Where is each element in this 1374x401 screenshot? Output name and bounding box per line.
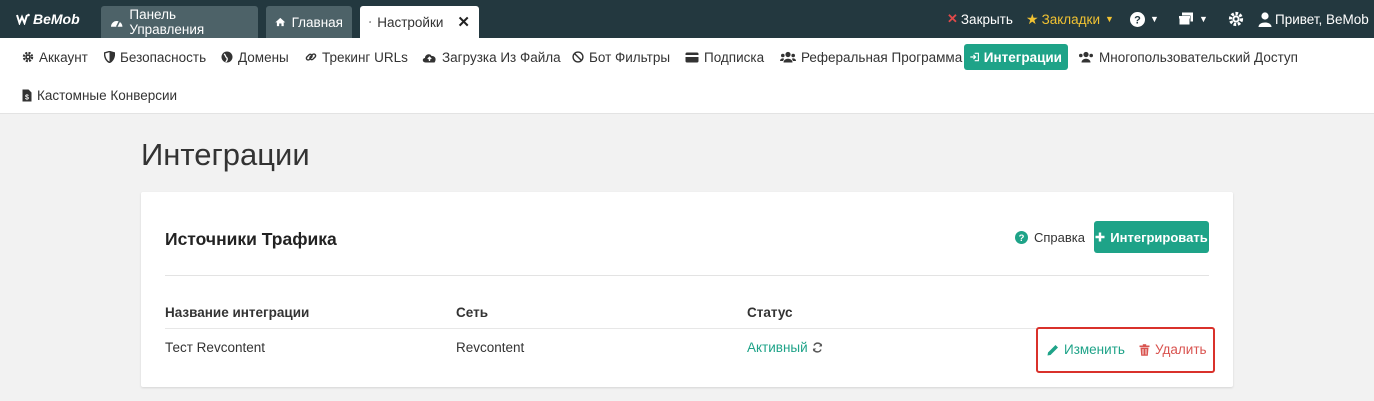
column-header-name[interactable]: Название интеграции [165, 305, 309, 320]
nav-label: Трекинг URLs [322, 49, 408, 65]
user-greeting: Привет, BeMob [1275, 11, 1369, 27]
sign-in-icon [970, 52, 979, 62]
tab-home[interactable]: Главная [266, 6, 352, 38]
logo[interactable]: BeMob [16, 11, 80, 27]
chevron-down-icon: ▼ [1150, 14, 1159, 24]
nav-label: Домены [238, 49, 289, 65]
column-header-network[interactable]: Сеть [456, 305, 488, 320]
nav-domains[interactable]: Домены [215, 44, 295, 70]
svg-text:?: ? [1019, 233, 1025, 244]
cell-network: Revcontent [456, 340, 525, 355]
gear-icon [1228, 11, 1244, 27]
nav-referral[interactable]: Реферальная Программа [774, 44, 968, 70]
settings-button[interactable] [1228, 9, 1244, 29]
column-header-status[interactable]: Статус [747, 305, 793, 320]
user-menu[interactable]: Привет, BeMob [1258, 9, 1369, 29]
integrate-button[interactable]: Интегрировать [1094, 221, 1209, 253]
nav-multi-user[interactable]: Многопользовательский Доступ [1072, 44, 1304, 70]
nav-label: Аккаунт [39, 49, 88, 65]
nav-label: Подписка [704, 49, 765, 65]
dashboard-icon [110, 20, 123, 28]
nav-file-upload[interactable]: Загрузка Из Файла [416, 44, 567, 70]
nav-label: Реферальная Программа [801, 49, 963, 65]
nav-label: Многопользовательский Доступ [1099, 49, 1298, 65]
link-icon [305, 53, 317, 61]
card-title: Источники Трафика [165, 229, 337, 249]
refresh-icon[interactable] [812, 342, 823, 353]
divider [165, 275, 1209, 276]
pencil-icon [1047, 344, 1058, 355]
nav-security[interactable]: Безопасность [98, 44, 212, 70]
plus-icon [1095, 232, 1105, 242]
edit-button[interactable]: Изменить [1047, 342, 1125, 357]
tab-label: Настройки [377, 14, 444, 30]
settings-nav: Аккаунт Безопасность Домены Трекинг URLs… [0, 38, 1374, 114]
close-icon: ✕ [947, 11, 958, 26]
gear-icon [22, 51, 34, 63]
help-link[interactable]: ? Справка [1015, 230, 1085, 245]
nav-label: Загрузка Из Файла [442, 49, 561, 65]
ban-icon [572, 51, 584, 63]
row-actions: Изменить Удалить [1036, 327, 1215, 373]
tab-dashboard[interactable]: Панель Управления [101, 6, 258, 38]
edit-label: Изменить [1064, 342, 1125, 357]
integrate-label: Интегрировать [1110, 229, 1208, 245]
cell-integration-name: Тест Revcontent [165, 340, 265, 355]
close-tab-icon[interactable]: ✕ [457, 13, 470, 31]
nav-integrations[interactable]: Интеграции [964, 44, 1068, 70]
gear-icon [369, 21, 372, 23]
nav-label: Бот Фильтры [589, 49, 671, 65]
chevron-down-icon: ▼ [1199, 14, 1208, 24]
tab-label: Панель Управления [129, 7, 205, 37]
cell-status: Активный [747, 340, 823, 355]
page-title: Интеграции [141, 137, 310, 172]
nav-label: Кастомные Конверсии [37, 87, 178, 103]
top-bar: BeMob Панель Управления Главная Настройк… [0, 0, 1374, 38]
nav-account[interactable]: Аккаунт [16, 44, 94, 70]
close-label: Закрыть [960, 11, 1013, 27]
logo-text: BeMob [33, 11, 80, 27]
bookmarks-dropdown[interactable]: ★ Закладки ▼ [1026, 9, 1114, 29]
chevron-down-icon: ▼ [1105, 14, 1114, 24]
delete-button[interactable]: Удалить [1139, 342, 1207, 357]
question-circle-icon: ? [1130, 11, 1145, 27]
nav-subscription[interactable]: Подписка [679, 44, 770, 70]
trash-icon [1139, 343, 1150, 356]
traffic-sources-card: Источники Трафика ? Справка Интегрироват… [141, 192, 1233, 387]
users-icon [780, 51, 796, 63]
bookmarks-label: Закладки [1041, 11, 1100, 27]
help-label: Справка [1034, 230, 1085, 245]
nav-bot-filters[interactable]: Бот Фильтры [566, 44, 676, 70]
tab-settings[interactable]: Настройки ✕ [360, 6, 479, 38]
bemob-logo-icon [16, 13, 30, 25]
credit-card-icon [685, 52, 699, 62]
nav-label: Интеграции [983, 49, 1062, 65]
file-dollar-icon: $ [22, 89, 32, 101]
nav-label: Безопасность [120, 49, 207, 65]
windows-dropdown[interactable]: ▼ [1178, 9, 1208, 29]
question-circle-icon: ? [1015, 231, 1028, 244]
help-dropdown[interactable]: ? ▼ [1130, 9, 1159, 29]
home-icon [275, 17, 286, 27]
svg-text:$: $ [25, 94, 29, 101]
star-icon: ★ [1026, 10, 1039, 27]
nav-tracking-urls[interactable]: Трекинг URLs [299, 44, 414, 70]
status-label: Активный [747, 340, 808, 355]
cloud-upload-icon [422, 53, 436, 62]
tab-label: Главная [291, 14, 343, 30]
user-group-icon [1079, 51, 1093, 63]
windows-icon [1178, 12, 1193, 26]
nav-custom-conversions[interactable]: $ Кастомные Конверсии [16, 82, 183, 108]
close-button[interactable]: ✕ Закрыть [947, 9, 1013, 29]
delete-label: Удалить [1155, 342, 1207, 357]
user-icon [1258, 11, 1272, 27]
shield-icon [104, 51, 115, 63]
globe-icon [221, 51, 233, 63]
svg-text:?: ? [1134, 14, 1141, 26]
